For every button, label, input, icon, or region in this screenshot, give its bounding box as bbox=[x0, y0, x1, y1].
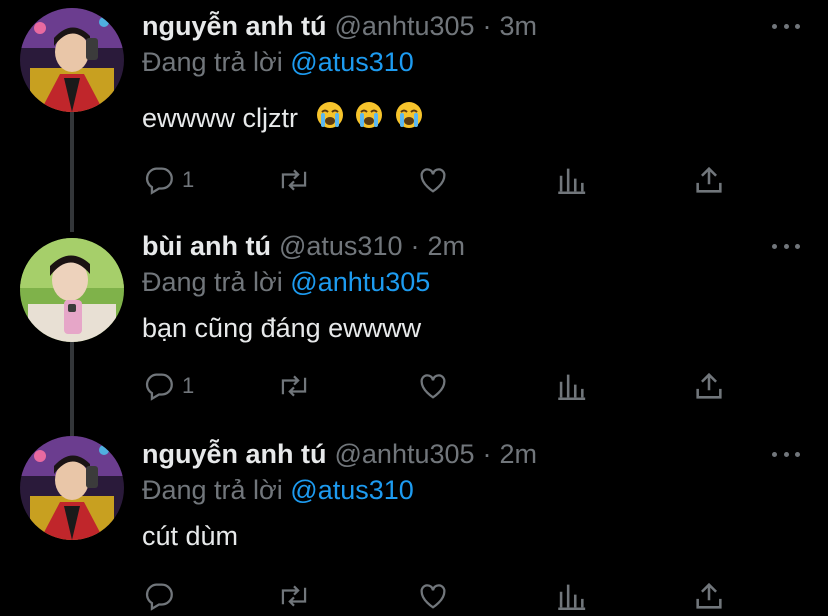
retweet-button[interactable] bbox=[276, 366, 312, 406]
reply-button[interactable] bbox=[142, 576, 182, 616]
like-icon bbox=[416, 163, 450, 197]
tweet-header: nguyễn anh tú @anhtu305 · 3m bbox=[142, 8, 537, 44]
mention-link[interactable]: @atus310 bbox=[290, 47, 414, 77]
retweet-icon bbox=[276, 369, 312, 403]
tweet-text: ewwww cljztr bbox=[142, 98, 423, 138]
replying-to: Đang trả lời @anhtu305 bbox=[142, 264, 430, 300]
stats-button[interactable] bbox=[554, 366, 588, 406]
tweet-text-content: cút dùm bbox=[142, 521, 239, 551]
stats-icon bbox=[554, 163, 588, 197]
tweet-header: bùi anh tú @atus310 · 2m bbox=[142, 228, 465, 264]
tweet-text: bạn cũng đáng ewwww bbox=[142, 308, 421, 348]
share-icon bbox=[692, 163, 726, 197]
mention-link[interactable]: @anhtu305 bbox=[290, 267, 430, 297]
separator: · bbox=[482, 11, 492, 41]
loudly-crying-face-icon bbox=[395, 100, 423, 140]
share-icon bbox=[692, 369, 726, 403]
share-button[interactable] bbox=[692, 160, 726, 200]
like-icon bbox=[416, 369, 450, 403]
reply-icon bbox=[142, 163, 176, 197]
tweet-actions: 1 bbox=[0, 366, 828, 406]
reply-icon bbox=[142, 369, 176, 403]
separator: · bbox=[410, 231, 420, 261]
stats-button[interactable] bbox=[554, 160, 588, 200]
mention-link[interactable]: @atus310 bbox=[290, 475, 414, 505]
display-name[interactable]: nguyễn anh tú bbox=[142, 436, 327, 472]
user-handle[interactable]: @atus310 bbox=[279, 228, 403, 264]
reply-button[interactable]: 1 bbox=[142, 160, 194, 200]
loudly-crying-face-icon bbox=[355, 100, 383, 140]
tweet-header: nguyễn anh tú @anhtu305 · 2m bbox=[142, 436, 537, 472]
avatar[interactable] bbox=[20, 238, 124, 342]
retweet-icon bbox=[276, 579, 312, 613]
replying-prefix: Đang trả lời bbox=[142, 475, 283, 505]
replying-prefix: Đang trả lời bbox=[142, 267, 283, 297]
reply-button[interactable]: 1 bbox=[142, 366, 194, 406]
reply-count: 1 bbox=[182, 167, 195, 192]
more-icon[interactable] bbox=[772, 21, 800, 31]
more-icon[interactable] bbox=[772, 241, 800, 251]
tweet-actions bbox=[0, 576, 828, 616]
replying-to: Đang trả lời @atus310 bbox=[142, 44, 414, 80]
retweet-icon bbox=[276, 163, 312, 197]
more-icon[interactable] bbox=[772, 449, 800, 459]
share-button[interactable] bbox=[692, 576, 726, 616]
timestamp[interactable]: 2m bbox=[500, 436, 538, 472]
stats-icon bbox=[554, 369, 588, 403]
retweet-button[interactable] bbox=[276, 160, 312, 200]
user-handle[interactable]: @anhtu305 bbox=[335, 8, 475, 44]
tweet-text-content: bạn cũng đáng ewwww bbox=[142, 313, 422, 343]
tweet-text-content: ewwww cljztr bbox=[142, 103, 299, 133]
timestamp[interactable]: 2m bbox=[427, 228, 465, 264]
retweet-button[interactable] bbox=[276, 576, 312, 616]
like-button[interactable] bbox=[416, 576, 450, 616]
like-button[interactable] bbox=[416, 366, 450, 406]
share-button[interactable] bbox=[692, 366, 726, 406]
separator: · bbox=[482, 439, 492, 469]
tweet-actions: 1 bbox=[0, 160, 828, 200]
display-name[interactable]: nguyễn anh tú bbox=[142, 8, 327, 44]
loudly-crying-face-icon bbox=[316, 100, 344, 140]
replying-to: Đang trả lời @atus310 bbox=[142, 472, 414, 508]
replying-prefix: Đang trả lời bbox=[142, 47, 283, 77]
reply-icon bbox=[142, 579, 176, 613]
avatar[interactable] bbox=[20, 436, 124, 540]
like-button[interactable] bbox=[416, 160, 450, 200]
user-handle[interactable]: @anhtu305 bbox=[335, 436, 475, 472]
stats-icon bbox=[554, 579, 588, 613]
like-icon bbox=[416, 579, 450, 613]
tweet-text: cút dùm bbox=[142, 516, 238, 556]
stats-button[interactable] bbox=[554, 576, 588, 616]
tweet[interactable]: nguyễn anh tú @anhtu305 · 3m Đang trả lờ… bbox=[0, 0, 828, 230]
reply-count: 1 bbox=[182, 373, 195, 398]
display-name[interactable]: bùi anh tú bbox=[142, 228, 271, 264]
avatar[interactable] bbox=[20, 8, 124, 112]
timestamp[interactable]: 3m bbox=[500, 8, 538, 44]
share-icon bbox=[692, 579, 726, 613]
